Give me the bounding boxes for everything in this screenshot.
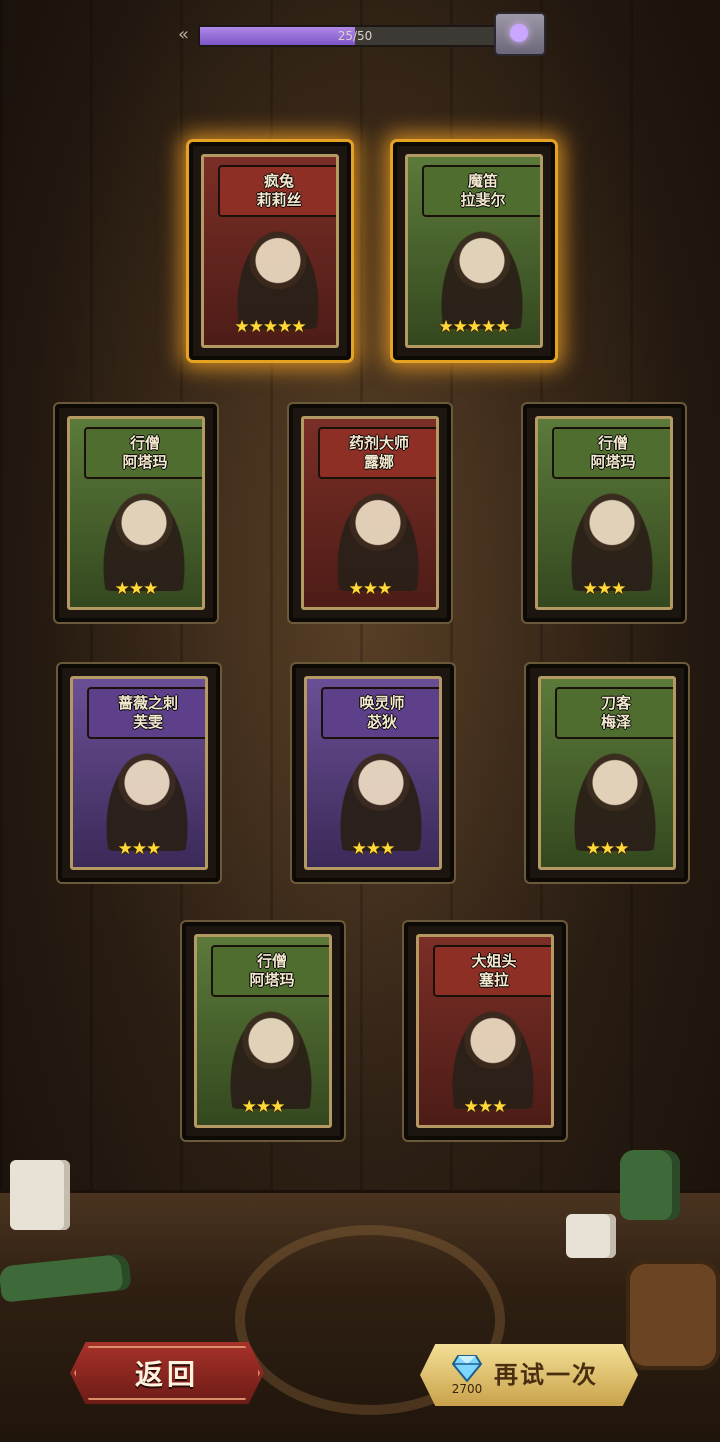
- retry-button[interactable]: 2700 再试一次: [420, 1344, 638, 1406]
- card-frame: 大姐头 塞拉 ★★★: [416, 934, 554, 1128]
- hero-card[interactable]: 疯兔 莉莉丝 ★★★★★: [189, 142, 351, 360]
- card-frame: 行僧 阿塔玛 ★★★: [67, 416, 205, 610]
- star-rating: ★★★: [582, 579, 627, 599]
- card-frame: 魔笛 拉斐尔 ★★★★★: [405, 154, 543, 348]
- star-rating: ★★★: [241, 1097, 286, 1117]
- bottle-decoration: [620, 1150, 680, 1220]
- hero-title: 行僧: [129, 434, 160, 452]
- hero-name-plate: 唤灵师 苾狄: [321, 687, 439, 739]
- hero-title: 行僧: [597, 434, 628, 452]
- hero-title: 大姐头: [471, 952, 517, 970]
- hero-card[interactable]: 行僧 阿塔玛 ★★★: [182, 922, 344, 1140]
- candle-decoration: [10, 1160, 70, 1230]
- back-button[interactable]: 返回: [70, 1342, 264, 1404]
- star-rating: ★★★: [114, 579, 159, 599]
- card-frame: 蔷薇之刺 芙雯 ★★★: [70, 676, 208, 870]
- hero-portrait: [226, 211, 330, 329]
- hero-card[interactable]: 唤灵师 苾狄 ★★★: [292, 664, 454, 882]
- hero-portrait: [329, 733, 433, 851]
- hero-title: 蔷薇之刺: [117, 694, 178, 712]
- hero-name: 阿塔玛: [590, 453, 636, 471]
- diamond-icon: [452, 1355, 482, 1382]
- hero-title: 唤灵师: [359, 694, 405, 712]
- hero-name-plate: 刀客 梅泽: [555, 687, 673, 739]
- hero-name-plate: 药剂大师 露娜: [318, 427, 436, 479]
- card-frame: 行僧 阿塔玛 ★★★: [535, 416, 673, 610]
- hero-name: 莉莉丝: [256, 191, 302, 209]
- progress-track: 25/50: [198, 25, 512, 47]
- hero-portrait: [560, 473, 664, 591]
- hero-portrait: [95, 733, 199, 851]
- back-button-label: 返回: [134, 1358, 199, 1391]
- candle-decoration: [566, 1214, 616, 1258]
- hero-name: 塞拉: [478, 971, 509, 989]
- hero-name-plate: 行僧 阿塔玛: [84, 427, 202, 479]
- hero-card[interactable]: 行僧 阿塔玛 ★★★: [55, 404, 217, 622]
- hero-portrait: [430, 211, 534, 329]
- hero-portrait: [326, 473, 430, 591]
- hero-name: 拉斐尔: [460, 191, 506, 209]
- card-frame: 刀客 梅泽 ★★★: [538, 676, 676, 870]
- hero-portrait: [563, 733, 667, 851]
- progress-text: 25/50: [337, 29, 373, 43]
- star-rating: ★★★: [463, 1097, 508, 1117]
- star-rating: ★★★: [117, 839, 162, 859]
- hero-portrait: [92, 473, 196, 591]
- hero-name-plate: 行僧 阿塔玛: [211, 945, 329, 997]
- chevron-left-icon: «: [178, 24, 190, 45]
- retry-button-label: 再试一次: [494, 1361, 598, 1389]
- draw-progress: « 25/50: [178, 22, 512, 48]
- star-rating: ★★★★★: [438, 317, 510, 337]
- barrel-decoration: [626, 1260, 720, 1370]
- star-rating: ★★★: [585, 839, 630, 859]
- hero-name: 阿塔玛: [122, 453, 168, 471]
- hero-card[interactable]: 药剂大师 露娜 ★★★: [289, 404, 451, 622]
- star-rating: ★★★: [351, 839, 396, 859]
- hero-portrait: [219, 991, 323, 1109]
- hero-title: 疯兔: [263, 172, 294, 190]
- reward-chest-icon[interactable]: [494, 12, 546, 56]
- hero-title: 药剂大师: [348, 434, 409, 452]
- hero-portrait: [441, 991, 545, 1109]
- hero-name: 苾狄: [366, 713, 397, 731]
- hero-name-plate: 魔笛 拉斐尔: [422, 165, 540, 217]
- card-frame: 药剂大师 露娜 ★★★: [301, 416, 439, 610]
- hero-name: 阿塔玛: [249, 971, 295, 989]
- hero-card[interactable]: 大姐头 塞拉 ★★★: [404, 922, 566, 1140]
- hero-title: 魔笛: [467, 172, 498, 190]
- hero-title: 刀客: [600, 694, 631, 712]
- retry-cost: 2700: [451, 1382, 483, 1396]
- hero-card[interactable]: 行僧 阿塔玛 ★★★: [523, 404, 685, 622]
- hero-title: 行僧: [256, 952, 287, 970]
- hero-name: 芙雯: [132, 713, 163, 731]
- card-frame: 疯兔 莉莉丝 ★★★★★: [201, 154, 339, 348]
- hero-name-plate: 大姐头 塞拉: [433, 945, 551, 997]
- hero-name: 露娜: [363, 453, 394, 471]
- hero-card[interactable]: 蔷薇之刺 芙雯 ★★★: [58, 664, 220, 882]
- hero-name-plate: 行僧 阿塔玛: [552, 427, 670, 479]
- star-rating: ★★★★★: [234, 317, 306, 337]
- hero-card[interactable]: 刀客 梅泽 ★★★: [526, 664, 688, 882]
- hero-card[interactable]: 魔笛 拉斐尔 ★★★★★: [393, 142, 555, 360]
- hero-name-plate: 蔷薇之刺 芙雯: [87, 687, 205, 739]
- card-frame: 行僧 阿塔玛 ★★★: [194, 934, 332, 1128]
- hero-name-plate: 疯兔 莉莉丝: [218, 165, 336, 217]
- card-frame: 唤灵师 苾狄 ★★★: [304, 676, 442, 870]
- hero-name: 梅泽: [600, 713, 631, 731]
- star-rating: ★★★: [348, 579, 393, 599]
